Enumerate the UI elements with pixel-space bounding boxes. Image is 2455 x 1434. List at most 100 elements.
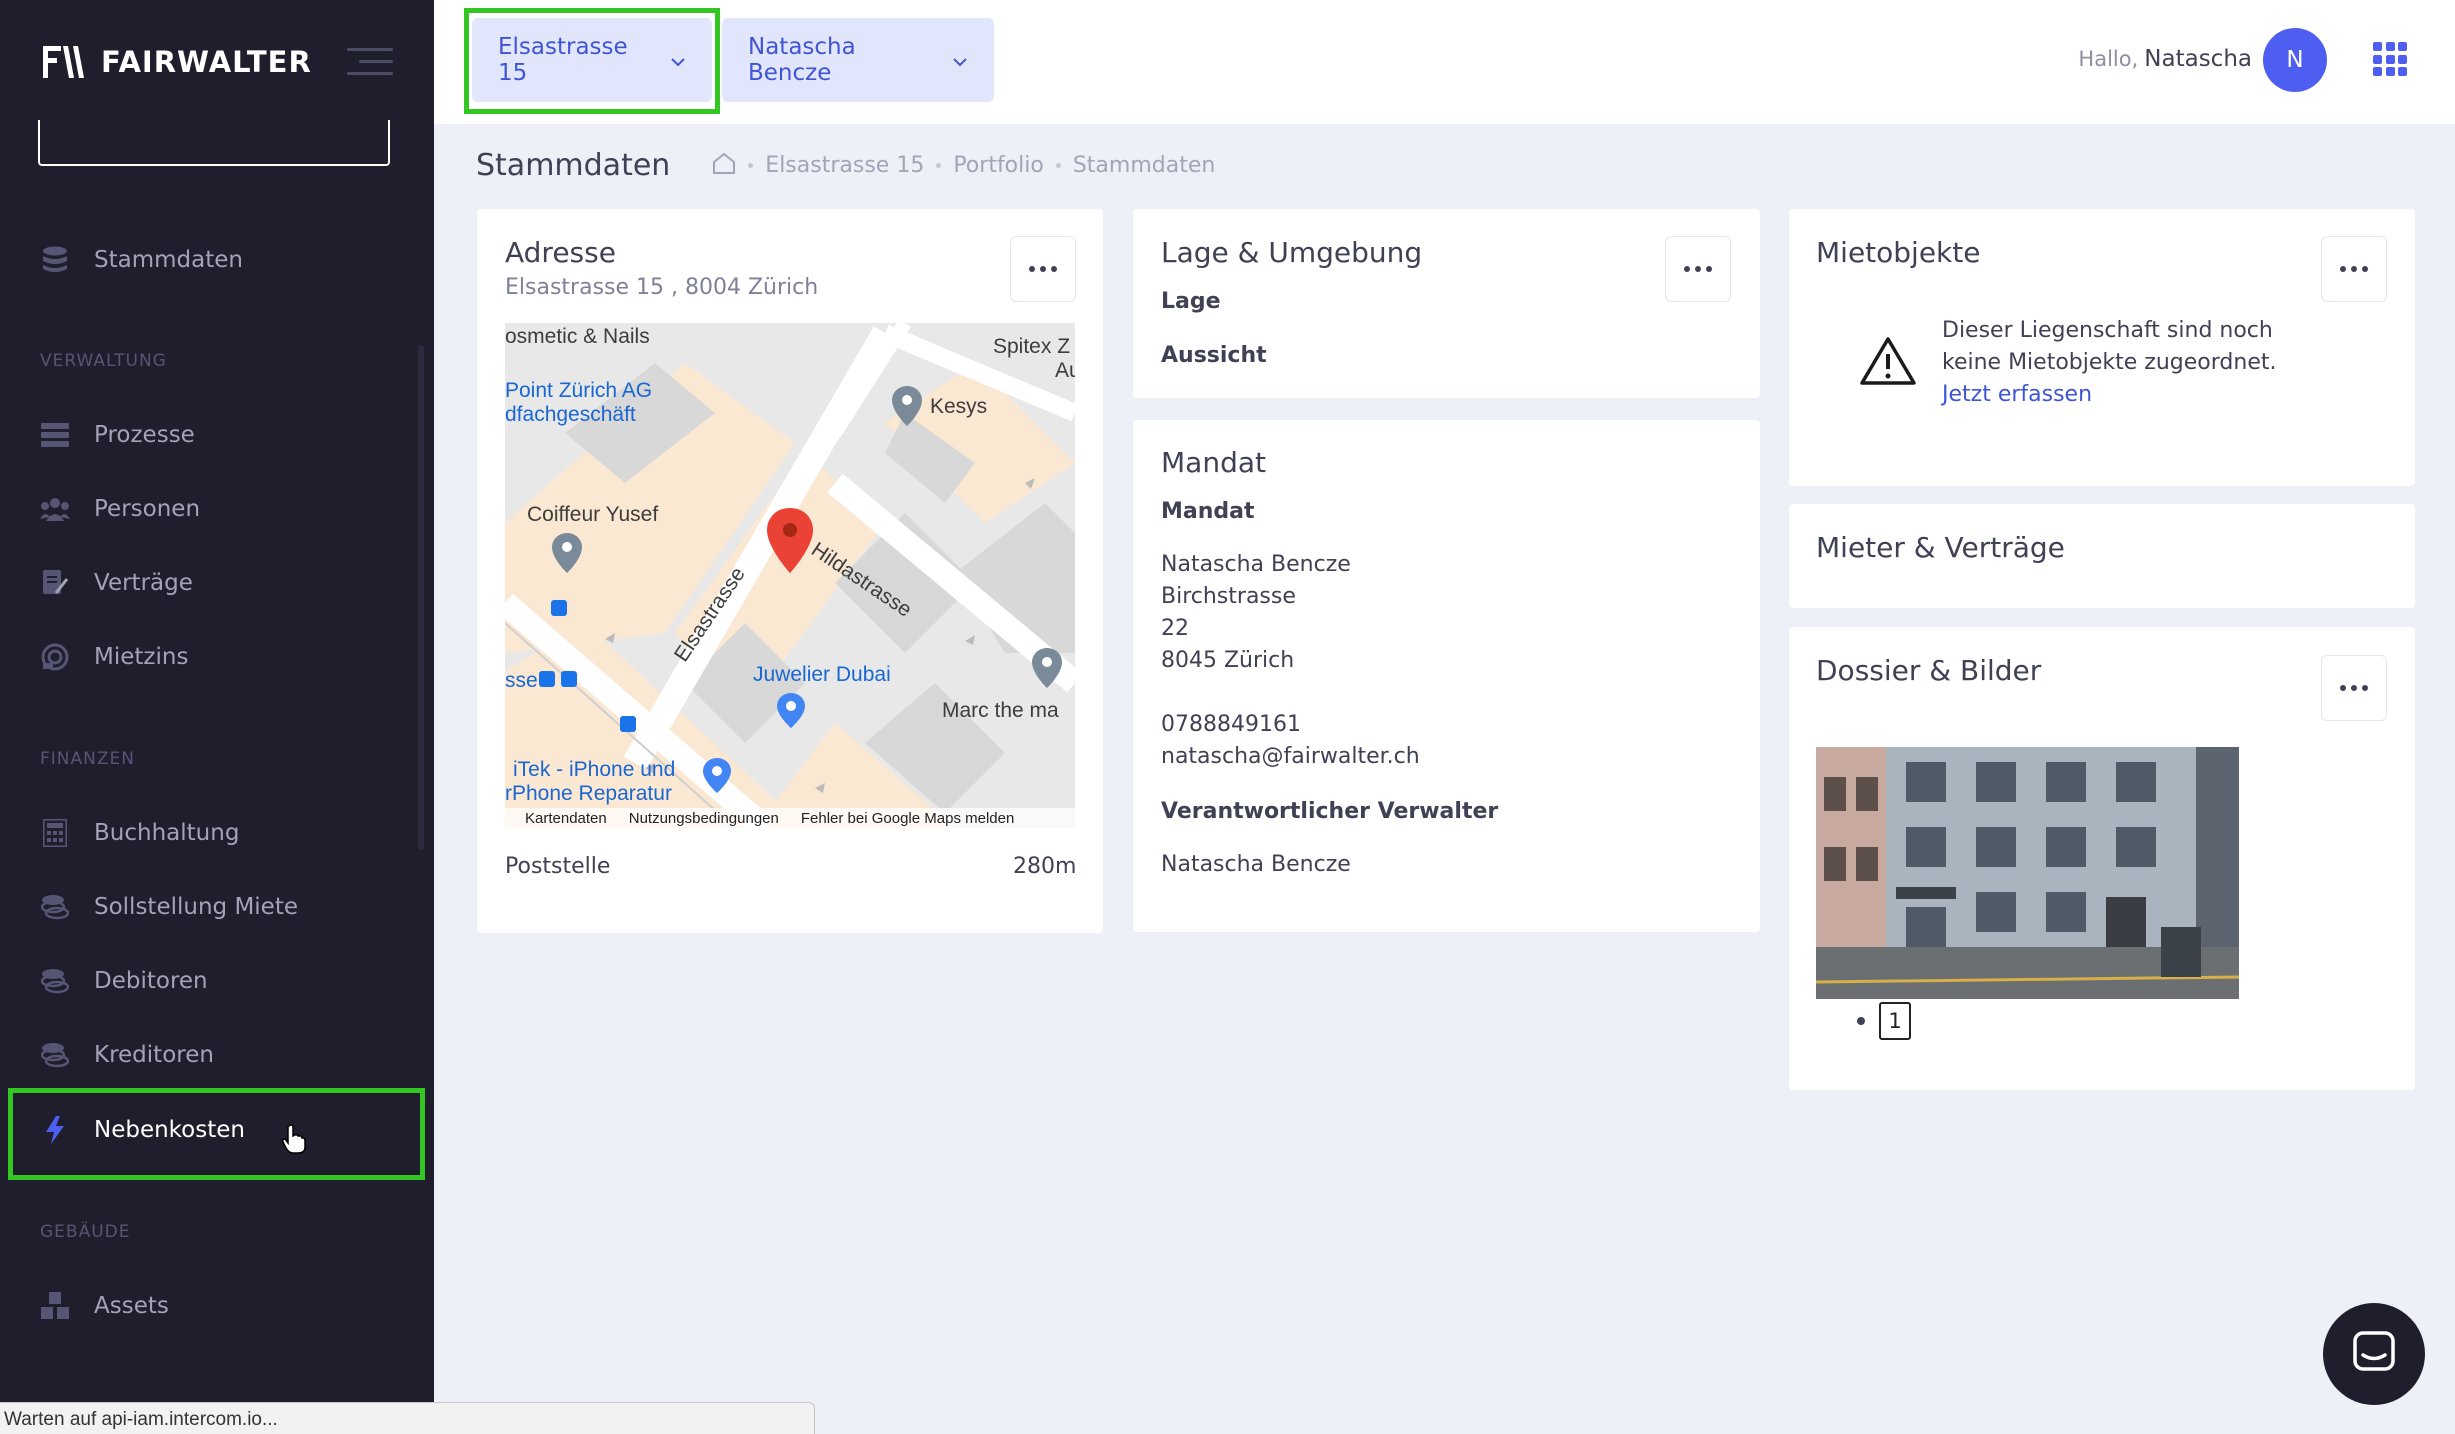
section-gebaeude: GEBÄUDE [40, 1222, 131, 1242]
sidebar-item-debitoren[interactable]: Debitoren [40, 961, 208, 1001]
contract-icon [40, 568, 70, 598]
sidebar-toggle-icon[interactable] [347, 48, 393, 76]
dossier-more-button[interactable] [2321, 655, 2387, 721]
highlight-box-top [464, 8, 720, 114]
sidebar-item-label: Sollstellung Miete [94, 894, 299, 920]
lage-title: Lage & Umgebung [1161, 236, 1423, 269]
brand-logo[interactable]: FAIRWALTER [43, 44, 312, 80]
verwalter-name: Natascha Bencze [1161, 852, 1351, 877]
sidebar-item-buchhaltung[interactable]: Buchhaltung [40, 813, 239, 853]
sidebar-item-label: Debitoren [94, 968, 208, 994]
sidebar-item-label: Prozesse [94, 422, 195, 448]
lage-more-button[interactable] [1665, 236, 1731, 302]
sidebar-item-kreditoren[interactable]: Kreditoren [40, 1035, 214, 1075]
avatar[interactable]: N [2263, 28, 2327, 92]
breadcrumb: Elsastrasse 15 Portfolio Stammdaten [712, 152, 1215, 180]
subheader: Stammdaten Elsastrasse 15 Portfolio Stam… [476, 148, 1215, 183]
mieter-title[interactable]: Mieter & Verträge [1816, 531, 2065, 564]
apps-grid-icon[interactable] [2373, 42, 2407, 76]
brand-name: FAIRWALTER [101, 45, 312, 79]
adresse-title: Adresse [505, 236, 616, 269]
building-photo[interactable] [1816, 747, 2239, 999]
chevron-down-icon [952, 47, 968, 73]
greeting-username: Natascha [2144, 46, 2252, 72]
mietobjekte-title: Mietobjekte [1816, 236, 1981, 269]
map-label: Marc the ma [942, 699, 1059, 722]
sidebar-item-mietzins[interactable]: Mietzins [40, 637, 188, 677]
browser-status-bar: Warten auf api-iam.intercom.io... [0, 1402, 815, 1434]
sidebar-item-label: Stammdaten [94, 247, 243, 273]
cubes-icon [40, 1291, 70, 1321]
mandat-label: Mandat [1161, 499, 1255, 524]
mandat-street: Birchstrasse [1161, 584, 1296, 609]
image-pager: 1 [1857, 1002, 1911, 1040]
mandat-title: Mandat [1161, 446, 1266, 479]
map-footer-link[interactable]: Fehler bei Google Maps melden [801, 810, 1014, 827]
map-label: Kesys [930, 395, 988, 418]
mandat-city: 8045 Zürich [1161, 648, 1295, 673]
map-label: iTek - iPhone und [513, 758, 676, 781]
sidebar-item-label: Verträge [94, 570, 193, 596]
map-footer-link[interactable]: Nutzungsbedingungen [629, 810, 779, 827]
intercom-chat-button[interactable] [2323, 1303, 2425, 1405]
greeting-text: Hallo, [2078, 47, 2139, 71]
map-label: Spitex Z [993, 335, 1071, 358]
sidebar-item-prozesse[interactable]: Prozesse [40, 415, 195, 455]
database-icon [40, 245, 70, 275]
sidebar-scrollbar[interactable] [418, 345, 424, 850]
pager-page-button[interactable]: 1 [1879, 1002, 1911, 1040]
sidebar-search[interactable] [38, 120, 390, 166]
adresse-more-button[interactable] [1010, 236, 1076, 302]
verwalter-label: Verantwortlicher Verwalter [1161, 799, 1499, 824]
poi-name: Poststelle [505, 854, 611, 879]
coins-icon [40, 892, 70, 922]
pager-bullet [1857, 1017, 1865, 1025]
poi-distance: 280m [1013, 854, 1077, 879]
coins-icon [40, 1040, 70, 1070]
mandat-email: natascha@fairwalter.ch [1161, 744, 1420, 769]
mietobjekte-message: Dieser Liegenschaft sind noch [1942, 318, 2273, 343]
breadcrumb-item[interactable]: Portfolio [953, 153, 1044, 178]
sidebar: FAIRWALTER Stammdaten VERWALTUNG Prozess… [0, 0, 434, 1434]
section-verwaltung: VERWALTUNG [40, 351, 167, 371]
mandat-number: 22 [1161, 616, 1189, 641]
sidebar-item-label: Assets [94, 1293, 169, 1319]
user-selector-label: Natascha Bencze [748, 34, 856, 86]
sidebar-item-sollstellung-miete[interactable]: Sollstellung Miete [40, 887, 298, 927]
map-label: dfachgeschäft [505, 403, 636, 426]
map-label: sse [505, 669, 538, 692]
jetzt-erfassen-link[interactable]: Jetzt erfassen [1942, 379, 2092, 411]
sidebar-item-personen[interactable]: Personen [40, 489, 200, 529]
highlight-box-nav [8, 1088, 425, 1180]
sidebar-item-label: Buchhaltung [94, 820, 240, 846]
sidebar-item-label: Kreditoren [94, 1042, 214, 1068]
warning-icon [1859, 336, 1917, 390]
map-footer-link[interactable]: Kartendaten [525, 810, 607, 827]
map-footer: Kartendaten Nutzungsbedingungen Fehler b… [505, 808, 1075, 828]
chat-icon [2351, 1329, 2397, 1379]
user-greeting[interactable]: Hallo, Natascha [2078, 46, 2252, 72]
sidebar-item-label: Mietzins [94, 644, 189, 670]
sidebar-item-stammdaten[interactable]: Stammdaten [40, 240, 243, 280]
process-icon [40, 420, 70, 450]
page-title: Stammdaten [476, 148, 671, 183]
people-icon [40, 494, 70, 524]
coins-icon [40, 966, 70, 996]
mietobjekte-more-button[interactable] [2321, 236, 2387, 302]
dossier-title: Dossier & Bilder [1816, 654, 2042, 687]
home-icon[interactable] [712, 152, 736, 180]
map-label: Au [1055, 359, 1075, 382]
map-label: osmetic & Nails [505, 325, 650, 348]
calculator-icon [40, 818, 70, 848]
aussicht-field-label: Aussicht [1161, 343, 1267, 368]
hand-cursor-icon [282, 1124, 306, 1158]
user-selector[interactable]: Natascha Bencze [722, 18, 994, 102]
map[interactable]: osmetic & Nails Spitex Z Au Point Zürich… [505, 323, 1075, 828]
map-label: Juwelier Dubai [753, 663, 891, 686]
mandat-name: Natascha Bencze [1161, 552, 1351, 577]
adresse-subtitle: Elsastrasse 15 , 8004 Zürich [505, 275, 819, 300]
breadcrumb-item[interactable]: Elsastrasse 15 [765, 153, 924, 178]
sidebar-item-assets[interactable]: Assets [40, 1286, 169, 1326]
sidebar-item-vertraege[interactable]: Verträge [40, 563, 193, 603]
map-label: Coiffeur Yusef [527, 503, 659, 526]
